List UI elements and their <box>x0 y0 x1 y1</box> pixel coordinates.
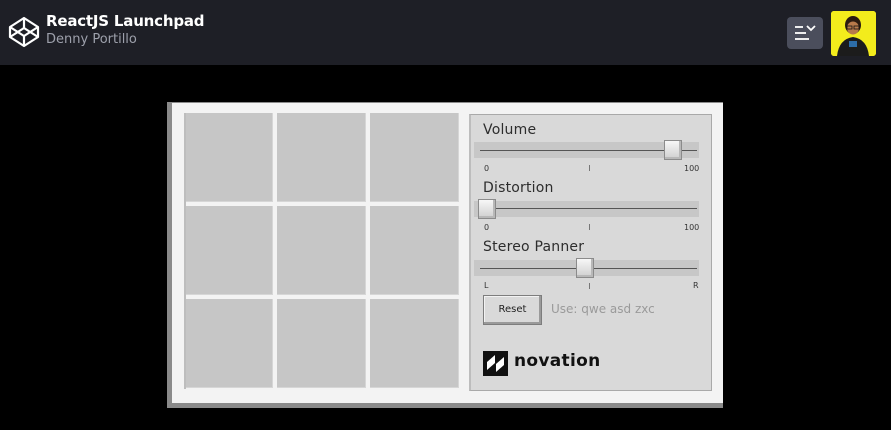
codepen-icon[interactable] <box>8 16 40 48</box>
pad-x[interactable] <box>277 299 366 388</box>
controls-panel: Volume 0 100 Distortion 0 100 Stereo Pan… <box>469 114 712 391</box>
volume-label: Volume <box>483 122 537 138</box>
volume-max-label: 100 <box>684 164 700 173</box>
distortion-track-bg <box>474 201 699 217</box>
author-name[interactable]: Denny Portillo <box>46 32 137 47</box>
pad-s[interactable] <box>277 206 366 295</box>
pad-grid-edge <box>184 113 186 389</box>
volume-mid-tick <box>589 165 590 171</box>
pad-z[interactable] <box>184 299 273 388</box>
volume-min-label: 0 <box>484 164 490 173</box>
distortion-slider[interactable] <box>478 199 496 219</box>
panner-slider[interactable] <box>576 258 594 278</box>
panner-left-label: L <box>484 281 489 290</box>
novation-logo-mark <box>483 351 508 376</box>
pad-c[interactable] <box>370 299 459 388</box>
keyboard-hint: Use: qwe asd zxc <box>551 302 655 316</box>
pad-e[interactable] <box>370 113 459 202</box>
distortion-label: Distortion <box>483 180 554 196</box>
pad-grid <box>184 113 460 389</box>
distortion-mid-tick <box>589 224 590 230</box>
panner-right-label: R <box>693 281 699 290</box>
pad-w[interactable] <box>277 113 366 202</box>
distortion-track[interactable] <box>480 208 697 209</box>
pad-q[interactable] <box>184 113 273 202</box>
volume-slider[interactable] <box>664 140 683 160</box>
brand-name: novation <box>514 351 601 371</box>
reset-button[interactable]: Reset <box>483 295 542 325</box>
avatar[interactable] <box>831 11 876 56</box>
novation-icon <box>483 351 508 376</box>
panner-mid-tick <box>589 283 590 289</box>
header-bar: ReactJS Launchpad Denny Portillo <box>0 0 891 65</box>
page-title[interactable]: ReactJS Launchpad <box>46 12 205 30</box>
menu-button[interactable] <box>787 17 823 49</box>
user-avatar-icon <box>831 11 876 56</box>
distortion-max-label: 100 <box>684 223 700 232</box>
menu-dropdown-icon <box>795 25 816 40</box>
pad-a[interactable] <box>184 206 273 295</box>
panner-label: Stereo Panner <box>483 239 585 255</box>
distortion-min-label: 0 <box>484 223 490 232</box>
pad-d[interactable] <box>370 206 459 295</box>
